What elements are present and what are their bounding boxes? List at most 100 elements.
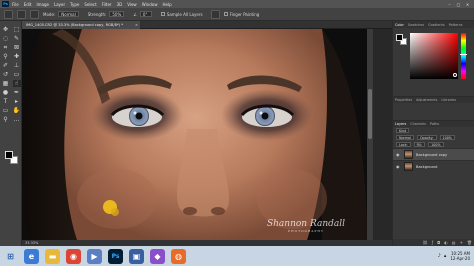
type-tool-icon[interactable]: T — [2, 98, 10, 105]
scrollbar-thumb[interactable] — [368, 89, 372, 139]
add-mask-icon[interactable]: ◘ — [437, 240, 440, 245]
layer-row[interactable]: ◉ Background — [393, 160, 474, 172]
mode-select[interactable]: Normal — [58, 11, 79, 17]
menu-select[interactable]: Select — [84, 2, 96, 7]
color-panel-foreground-swatch[interactable] — [396, 34, 403, 41]
app-icon-2[interactable]: ◆ — [150, 248, 165, 264]
hue-slider-marker[interactable] — [460, 54, 467, 55]
opacity-input[interactable]: 100% — [439, 135, 455, 140]
volume-icon[interactable]: ♪ — [438, 253, 441, 259]
lasso-tool-icon[interactable]: ◌ — [2, 35, 10, 42]
new-layer-icon[interactable]: + — [460, 240, 463, 245]
system-tray: ♪ ▴ 10:25 AM 12-Apr-20 — [438, 246, 470, 266]
foreground-color-swatch[interactable] — [5, 151, 13, 159]
tab-properties[interactable]: Properties — [395, 98, 412, 102]
eraser-tool-icon[interactable]: ▭ — [13, 71, 21, 78]
pen-tool-icon[interactable]: ✒ — [13, 89, 21, 96]
taskbar-clock[interactable]: 10:25 AM 12-Apr-20 — [450, 251, 470, 261]
blend-mode-select[interactable]: Normal — [396, 135, 414, 140]
gradient-tool-icon[interactable]: ▦ — [2, 80, 10, 87]
menu-view[interactable]: View — [127, 2, 137, 7]
hue-slider[interactable] — [460, 33, 467, 79]
menu-file[interactable]: File — [12, 2, 19, 7]
edit-toolbar-icon[interactable]: … — [13, 116, 21, 123]
tab-swatches[interactable]: Swatches — [408, 23, 424, 27]
file-explorer-icon[interactable]: ▬ — [45, 248, 60, 264]
menu-filter[interactable]: Filter — [102, 2, 112, 7]
stamp-tool-icon[interactable]: ⊥ — [13, 62, 21, 69]
visibility-eye-icon[interactable]: ◉ — [396, 152, 401, 157]
crop-tool-icon[interactable]: ⌗ — [2, 44, 10, 51]
brush-preset-icon[interactable] — [30, 9, 39, 19]
color-picker-marker[interactable] — [453, 73, 457, 77]
close-button[interactable]: ✕ — [463, 2, 472, 7]
close-tab-icon[interactable]: × — [135, 21, 138, 29]
maximize-button[interactable]: ▢ — [454, 2, 463, 7]
canvas[interactable]: Shannon Randall PHOTOGRAPHY — [22, 29, 367, 240]
frame-tool-icon[interactable]: ⊠ — [13, 44, 21, 51]
menu-3d[interactable]: 3D — [117, 2, 123, 7]
minimize-button[interactable]: – — [445, 2, 454, 7]
brush-tool-icon[interactable]: ✐ — [2, 62, 10, 69]
healing-tool-icon[interactable]: ✚ — [13, 53, 21, 60]
document-tab[interactable]: IMG_1405.CR2 @ 33.3% (Background copy, R… — [22, 21, 140, 29]
color-panel-swatches[interactable] — [396, 34, 407, 45]
pressure-icon[interactable] — [210, 9, 220, 19]
home-icon[interactable] — [4, 9, 13, 19]
new-group-icon[interactable]: ▤ — [452, 240, 456, 245]
canvas-vertical-scrollbar[interactable] — [367, 29, 373, 240]
finger-painting-checkbox[interactable] — [223, 12, 228, 16]
properties-panel — [393, 103, 474, 120]
tab-channels[interactable]: Channels — [410, 122, 426, 126]
menu-edit[interactable]: Edit — [24, 2, 32, 7]
ie-browser-icon[interactable]: e — [24, 248, 39, 264]
shape-tool-icon[interactable]: ▭ — [2, 107, 10, 114]
app-icon-3[interactable]: ◍ — [171, 248, 186, 264]
clock-date: 12-Apr-20 — [450, 256, 470, 261]
move-tool-icon[interactable]: ✥ — [2, 26, 10, 33]
menu-layer[interactable]: Layer — [54, 2, 65, 7]
visibility-eye-icon[interactable]: ◉ — [396, 164, 401, 169]
link-layers-icon[interactable]: ⛓ — [423, 240, 428, 245]
delete-layer-icon[interactable]: 🗑 — [467, 240, 472, 245]
layer-row[interactable]: ◉ Background copy — [393, 148, 474, 160]
strength-input[interactable]: 50% — [109, 11, 125, 17]
chrome-icon[interactable]: ◉ — [66, 248, 81, 264]
tab-patterns[interactable]: Patterns — [449, 23, 463, 27]
tab-gradients[interactable]: Gradients — [428, 23, 445, 27]
layer-kind-filter[interactable]: Kind — [396, 128, 410, 133]
tab-layers[interactable]: Layers — [395, 122, 406, 126]
menu-help[interactable]: Help — [162, 2, 171, 7]
history-brush-icon[interactable]: ↺ — [2, 71, 10, 78]
marquee-tool-icon[interactable]: ⬚ — [13, 26, 21, 33]
fx-icon[interactable]: ƒ — [432, 240, 433, 245]
tab-adjustments[interactable]: Adjustments — [416, 98, 437, 102]
fill-input[interactable]: 100% — [428, 142, 444, 147]
smudge-tool-preset-icon[interactable] — [17, 9, 26, 19]
menu-window[interactable]: Window — [142, 2, 158, 7]
eyedropper-tool-icon[interactable]: ⚲ — [2, 53, 10, 60]
windows-start-icon[interactable]: ⊞ — [3, 249, 18, 264]
network-icon[interactable]: ▴ — [444, 253, 447, 259]
path-select-tool-icon[interactable]: ▸ — [13, 98, 21, 105]
menu-type[interactable]: Type — [70, 2, 79, 7]
photoshop-taskbar-icon[interactable]: Ps — [108, 248, 123, 264]
quick-select-tool-icon[interactable]: ✎ — [13, 35, 21, 42]
media-player-icon[interactable]: ▶ — [87, 248, 102, 264]
dodge-tool-icon[interactable]: ● — [2, 89, 10, 96]
sample-all-checkbox[interactable] — [160, 12, 165, 16]
hand-tool-icon[interactable]: ✋ — [13, 107, 21, 114]
menu-image[interactable]: Image — [36, 2, 49, 7]
tab-color[interactable]: Color — [395, 23, 404, 27]
zoom-level[interactable]: 33.33% — [25, 241, 38, 245]
tab-paths[interactable]: Paths — [430, 122, 439, 126]
color-panel — [393, 28, 474, 96]
app-icon[interactable]: ▣ — [129, 248, 144, 264]
smudge-tool-icon[interactable]: ☝ — [12, 80, 21, 87]
color-swatches[interactable] — [5, 151, 19, 165]
angle-input[interactable]: 0° — [139, 11, 152, 17]
adjustment-layer-icon[interactable]: ◐ — [444, 240, 448, 245]
color-picker-field[interactable] — [410, 33, 458, 79]
tab-libraries[interactable]: Libraries — [441, 98, 456, 102]
zoom-tool-icon[interactable]: ⚲ — [2, 116, 10, 123]
